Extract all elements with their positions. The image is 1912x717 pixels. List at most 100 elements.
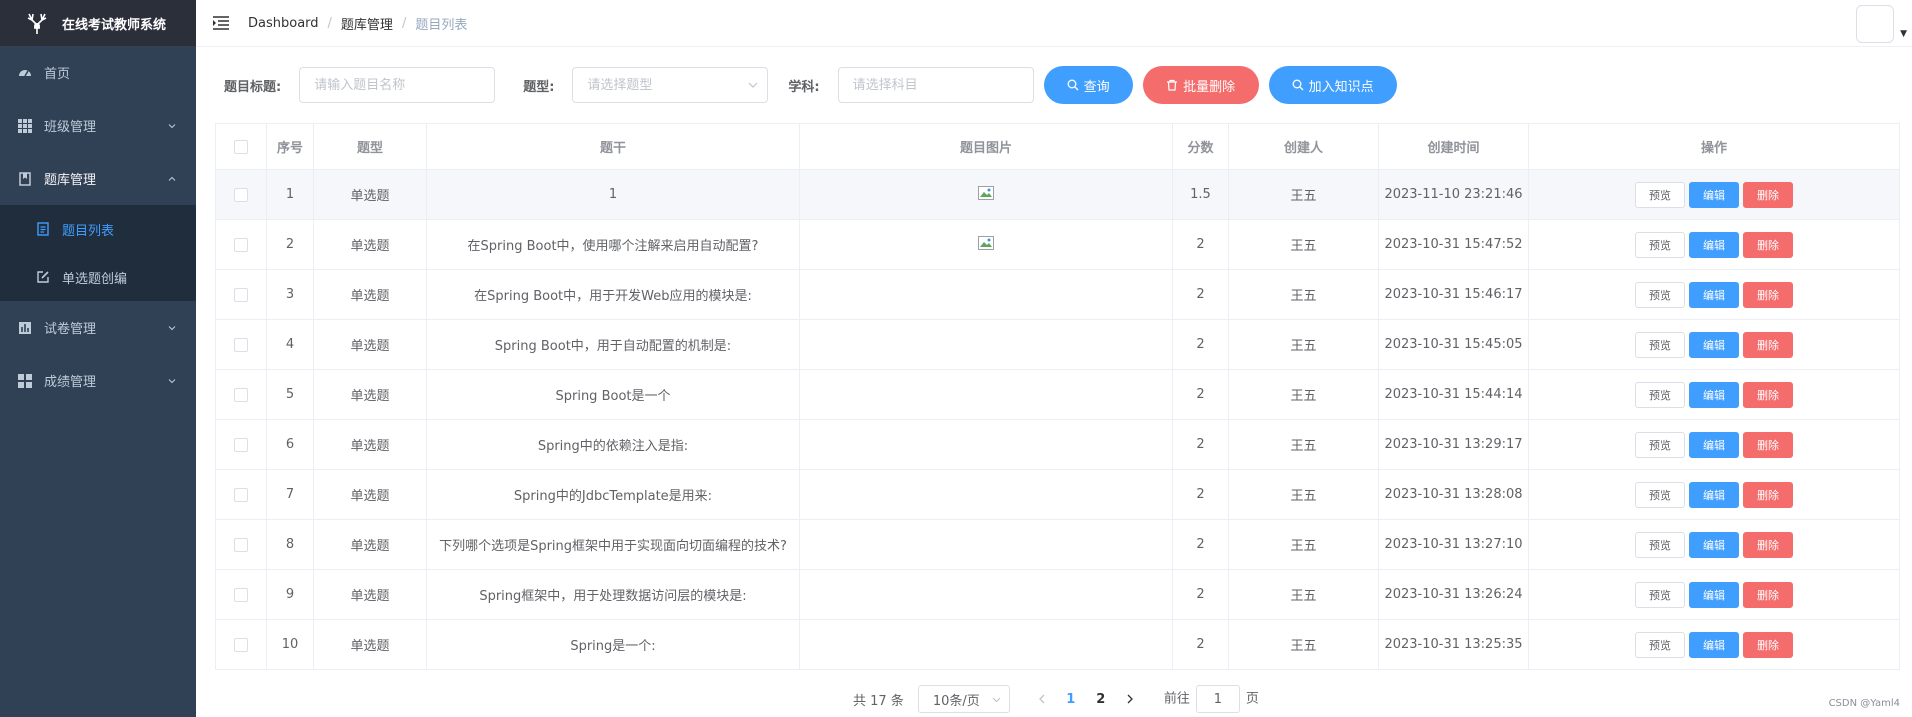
delete-button[interactable]: 删除 <box>1743 231 1793 258</box>
edit-button[interactable]: 编辑 <box>1689 581 1739 608</box>
edit-button[interactable]: 编辑 <box>1689 331 1739 358</box>
hamburger-icon[interactable] <box>212 14 230 32</box>
row-select-cell[interactable] <box>215 619 267 670</box>
cell-creator: 王五 <box>1228 269 1379 320</box>
edit-button[interactable]: 编辑 <box>1689 281 1739 308</box>
preview-button[interactable]: 预览 <box>1635 331 1685 358</box>
caret-down-icon[interactable]: ▼ <box>1900 29 1907 39</box>
delete-button[interactable]: 删除 <box>1743 181 1793 208</box>
sidebar-item-single-choice-edit[interactable]: 单选题创编 <box>0 253 196 301</box>
subject-input[interactable] <box>837 67 1034 103</box>
preview-button[interactable]: 预览 <box>1635 531 1685 558</box>
preview-button[interactable]: 预览 <box>1635 631 1685 658</box>
page-number[interactable]: 1 <box>1056 685 1086 713</box>
edit-button[interactable]: 编辑 <box>1689 481 1739 508</box>
title-search-input[interactable] <box>299 67 496 103</box>
sidebar-item-class-management[interactable]: 班级管理 <box>0 99 196 152</box>
table-row: 3 单选题 在Spring Boot中，用于开发Web应用的模块是: 2 王五 2023-… <box>215 269 1900 320</box>
add-knowledge-label: 加入知识点 <box>1308 79 1374 95</box>
row-select-cell[interactable] <box>215 319 267 370</box>
cell-score: 2 <box>1172 269 1229 320</box>
cell-image <box>799 219 1173 270</box>
row-select-cell[interactable] <box>215 519 267 570</box>
sidebar-item-label: 首页 <box>44 67 71 82</box>
select-all-cell[interactable] <box>215 123 267 170</box>
delete-button[interactable]: 删除 <box>1743 331 1793 358</box>
edit-button[interactable]: 编辑 <box>1689 181 1739 208</box>
cell-no: 4 <box>266 319 314 370</box>
row-checkbox[interactable] <box>234 587 248 602</box>
edit-button[interactable]: 编辑 <box>1689 381 1739 408</box>
watermark: CSDN @Yaml4 <box>1828 698 1900 709</box>
sidebar-item-question-list[interactable]: 题目列表 <box>0 205 196 253</box>
row-checkbox[interactable] <box>234 337 248 352</box>
row-select-cell[interactable] <box>215 269 267 320</box>
breadcrumb-dashboard[interactable]: Dashboard <box>248 16 319 31</box>
breadcrumb-question-bank[interactable]: 题库管理 <box>341 14 393 33</box>
cell-actions: 预览 编辑 删除 <box>1528 419 1900 470</box>
row-select-cell[interactable] <box>215 419 267 470</box>
cell-type: 单选题 <box>313 319 427 370</box>
prev-page-button[interactable] <box>1028 685 1056 713</box>
goto-prefix: 前往 <box>1163 691 1190 707</box>
row-checkbox[interactable] <box>234 437 248 452</box>
row-checkbox[interactable] <box>234 537 248 552</box>
delete-button[interactable]: 删除 <box>1743 531 1793 558</box>
type-select-input[interactable] <box>572 67 769 103</box>
delete-button[interactable]: 删除 <box>1743 431 1793 458</box>
breadcrumb: Dashboard / 题库管理 / 题目列表 <box>248 14 467 33</box>
avatar[interactable] <box>1856 5 1894 43</box>
delete-button[interactable]: 删除 <box>1743 581 1793 608</box>
delete-button[interactable]: 删除 <box>1743 281 1793 308</box>
row-checkbox[interactable] <box>234 187 248 202</box>
column-header: 创建人 <box>1228 123 1379 170</box>
preview-button[interactable]: 预览 <box>1635 481 1685 508</box>
page-number[interactable]: 2 <box>1086 685 1116 713</box>
edit-button[interactable]: 编辑 <box>1689 631 1739 658</box>
cell-type: 单选题 <box>313 519 427 570</box>
edit-button[interactable]: 编辑 <box>1689 531 1739 558</box>
sidebar-item-label: 单选题创编 <box>62 271 128 287</box>
sidebar-item-exam-management[interactable]: 试卷管理 <box>0 301 196 354</box>
row-select-cell[interactable] <box>215 219 267 270</box>
delete-button[interactable]: 删除 <box>1743 381 1793 408</box>
add-knowledge-button[interactable]: 加入知识点 <box>1268 66 1397 104</box>
preview-button[interactable]: 预览 <box>1635 231 1685 258</box>
preview-button[interactable]: 预览 <box>1635 431 1685 458</box>
row-select-cell[interactable] <box>215 369 267 420</box>
row-select-cell[interactable] <box>215 169 267 220</box>
question-table: 序号 题型 题干 题目图片 分数 创建人 创建时间 操作 1 单选题 1 1.5 王五 2… <box>215 123 1900 670</box>
preview-button[interactable]: 预览 <box>1635 181 1685 208</box>
subject-filter-label: 学科: <box>788 79 820 95</box>
delete-button[interactable]: 删除 <box>1743 631 1793 658</box>
column-header: 题干 <box>426 123 800 170</box>
row-select-cell[interactable] <box>215 569 267 620</box>
delete-button[interactable]: 删除 <box>1743 481 1793 508</box>
row-checkbox[interactable] <box>234 487 248 502</box>
batch-delete-button[interactable]: 批量删除 <box>1142 66 1259 104</box>
row-checkbox[interactable] <box>234 287 248 302</box>
cell-no: 8 <box>266 519 314 570</box>
next-page-button[interactable] <box>1116 685 1144 713</box>
row-checkbox[interactable] <box>234 237 248 252</box>
table-row: 5 单选题 Spring Boot是一个 2 王五 2023-10-31 15:44:14… <box>215 369 1900 420</box>
select-all-checkbox[interactable] <box>234 139 248 154</box>
cell-score: 2 <box>1172 319 1229 370</box>
query-button[interactable]: 查询 <box>1043 66 1133 104</box>
row-select-cell[interactable] <box>215 469 267 520</box>
sidebar-item-score-management[interactable]: 成绩管理 <box>0 354 196 407</box>
goto-page-input[interactable] <box>1195 685 1240 713</box>
preview-button[interactable]: 预览 <box>1635 381 1685 408</box>
edit-button[interactable]: 编辑 <box>1689 431 1739 458</box>
preview-button[interactable]: 预览 <box>1635 281 1685 308</box>
edit-button[interactable]: 编辑 <box>1689 231 1739 258</box>
page-size-select[interactable]: 10条/页 <box>917 685 1010 713</box>
preview-button[interactable]: 预览 <box>1635 581 1685 608</box>
row-checkbox[interactable] <box>234 387 248 402</box>
type-select[interactable] <box>572 67 769 103</box>
cell-actions: 预览 编辑 删除 <box>1528 169 1900 220</box>
row-checkbox[interactable] <box>234 637 248 652</box>
sidebar-item-question-bank[interactable]: 题库管理 <box>0 152 196 205</box>
sidebar-item-home[interactable]: 首页 <box>0 46 196 99</box>
breadcrumb-current: 题目列表 <box>415 17 468 33</box>
